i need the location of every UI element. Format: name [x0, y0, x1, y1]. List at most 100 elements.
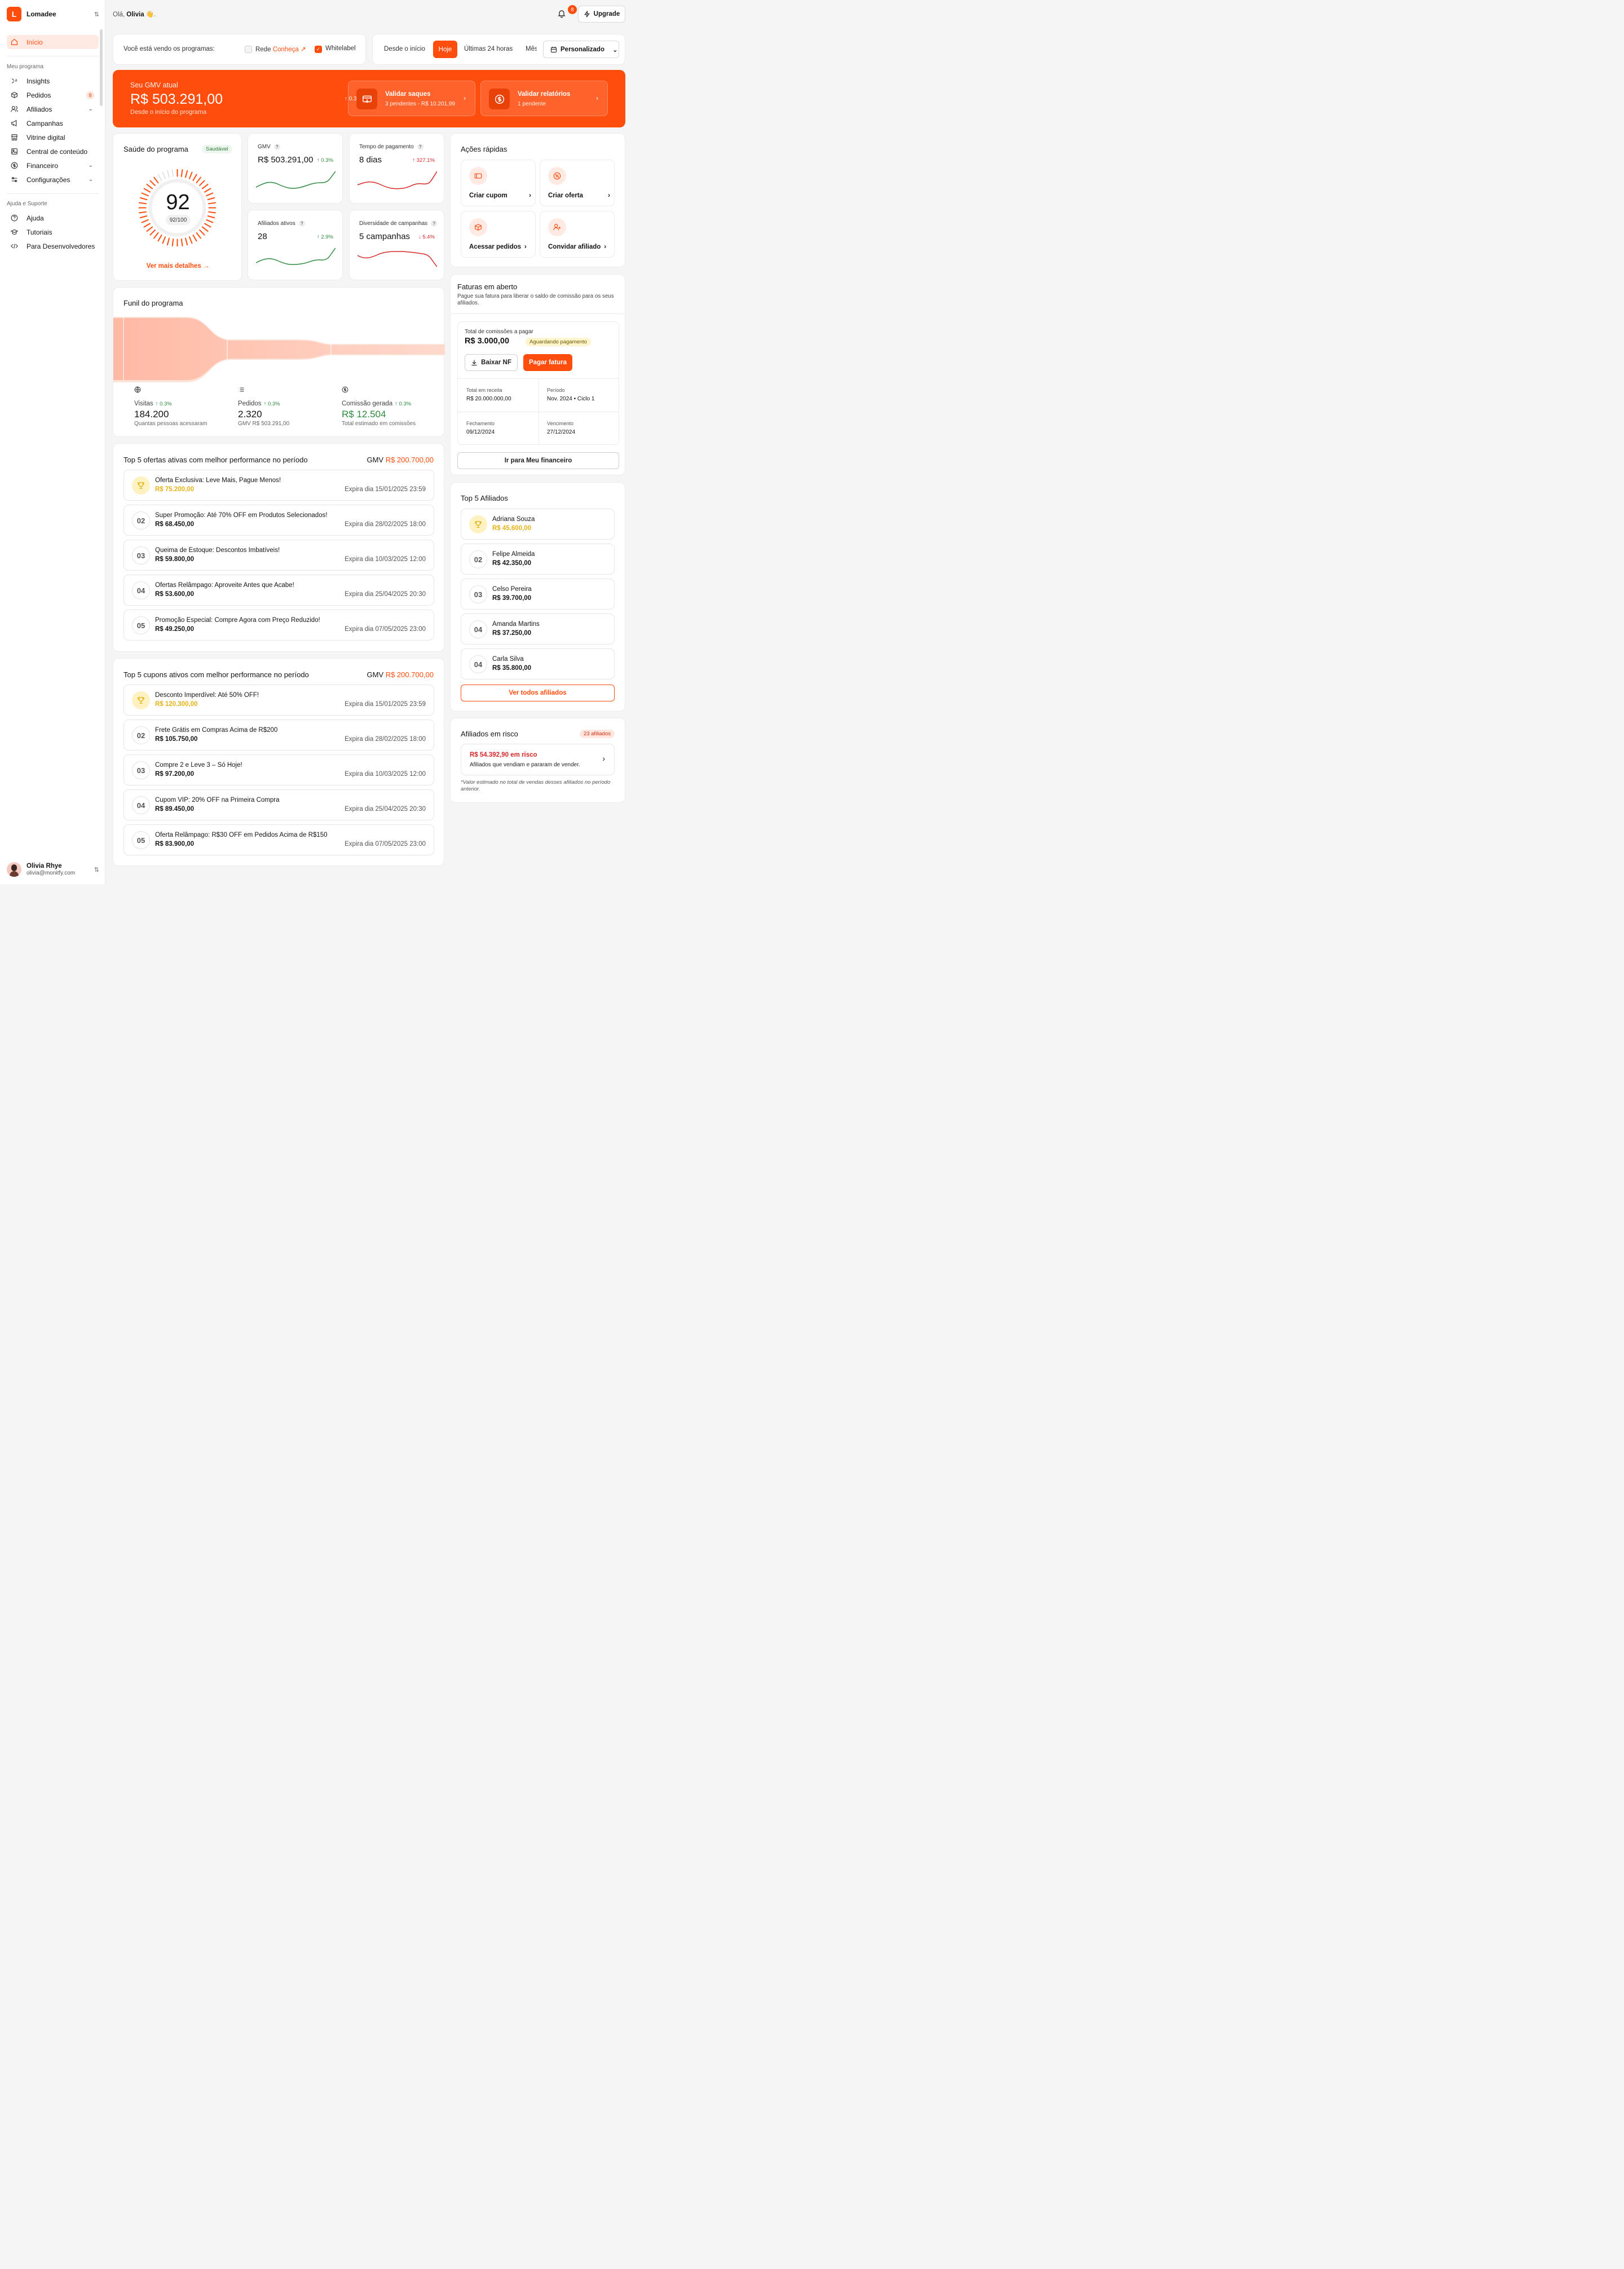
- sidebar-item-tutorials[interactable]: Tutoriais: [7, 225, 99, 239]
- help-icon[interactable]: ?: [431, 220, 438, 227]
- gauge-tick: [162, 171, 166, 179]
- sidebar-item-label: Insights: [27, 77, 50, 85]
- risk-description: Afiliados que vendiam e pararam de vende…: [470, 762, 580, 768]
- sidebar-item-label: Tutoriais: [27, 228, 52, 236]
- sidebar-item-home[interactable]: Início: [7, 35, 99, 49]
- list-item[interactable]: 05 Promoção Especial: Compre Agora com Pr…: [123, 610, 434, 641]
- item-expiry: Expira dia 28/02/2025 18:00: [345, 521, 426, 528]
- graduation-icon: [11, 229, 18, 235]
- sidebar-item-campaigns[interactable]: Campanhas: [7, 116, 99, 130]
- code-icon: [11, 244, 18, 249]
- affiliate-row[interactable]: 04 Carla Silva R$ 35.800,00: [461, 648, 615, 679]
- home-icon: [11, 38, 17, 45]
- chevron-right-icon: ›: [608, 192, 610, 199]
- workspace-switcher[interactable]: L Lomadee ⇅: [7, 7, 99, 21]
- validate-withdrawals-title: Validar saques: [385, 91, 431, 98]
- period-option-24h[interactable]: Últimas 24 horas: [464, 46, 513, 52]
- sidebar-item-developers[interactable]: Para Desenvolvedores: [7, 239, 99, 253]
- period-custom-select[interactable]: Personalizado ⌄: [543, 41, 619, 58]
- affiliate-value: R$ 42.350,00: [492, 560, 532, 567]
- list-item[interactable]: 03 Queima de Estoque: Descontos Imbatívei…: [123, 540, 434, 571]
- sparkline: [358, 251, 437, 267]
- arrow-right-icon: →: [202, 263, 210, 270]
- total-commission-label: Total de comissões a pagar: [465, 329, 533, 335]
- go-to-financial-button[interactable]: Ir para Meu financeiro: [457, 452, 619, 469]
- dollar-icon: [489, 89, 510, 109]
- period-option-month[interactable]: Mês: [526, 46, 537, 52]
- gauge-tick: [192, 174, 197, 182]
- status-badge: Saudável: [202, 145, 232, 153]
- sidebar-item-insights[interactable]: Insights: [7, 74, 99, 88]
- upgrade-label: Upgrade: [593, 11, 620, 17]
- affiliate-row[interactable]: 03 Celso Pereira R$ 39.700,00: [461, 579, 615, 610]
- period-custom-label: Personalizado: [561, 46, 604, 53]
- rede-link[interactable]: Conheça ↗: [273, 46, 306, 53]
- risk-detail[interactable]: R$ 54.392,90 em risco Afiliados que vend…: [461, 744, 615, 775]
- period-option-today[interactable]: Hoje: [433, 41, 457, 58]
- gauge-tick: [207, 215, 215, 219]
- validate-withdrawals-button[interactable]: Validar saques 3 pendentes - R$ 10.201,9…: [348, 81, 475, 116]
- whitelabel-label: Whitelabel: [325, 45, 356, 52]
- gauge-tick: [184, 237, 188, 246]
- trophy-icon: [475, 521, 482, 528]
- user-email: olivia@monitfy.com: [27, 870, 76, 876]
- rank-badge: 05: [132, 616, 150, 634]
- list-item[interactable]: 05 Oferta Relâmpago: R$30 OFF em Pedidos …: [123, 824, 434, 855]
- affiliate-row[interactable]: 02 Felipe Almeida R$ 42.350,00: [461, 544, 615, 575]
- sidebar-item-label: Campanhas: [27, 119, 63, 127]
- item-title: Oferta Exclusiva: Leve Mais, Pague Menos…: [155, 477, 281, 484]
- sidebar-item-settings[interactable]: Configurações ⌄: [7, 173, 99, 187]
- risk-badge: 23 afiliados: [579, 730, 615, 738]
- help-icon[interactable]: ?: [417, 144, 423, 150]
- sidebar-item-affiliates[interactable]: Afiliados ⌄: [7, 102, 99, 116]
- period-option-since[interactable]: Desde o início: [384, 46, 425, 52]
- rede-checkbox[interactable]: [245, 46, 252, 53]
- list-item[interactable]: 02 Frete Grátis em Compras Acima de R$200…: [123, 719, 434, 751]
- invite-affiliate-button[interactable]: Convidar afiliado ›: [540, 211, 615, 258]
- sidebar-item-content[interactable]: Central de conteúdo: [7, 144, 99, 158]
- user-menu[interactable]: Olivia Rhye olivia@monitfy.com ⇅: [7, 861, 99, 878]
- affiliate-row[interactable]: 04 Amanda Martins R$ 37.250,00: [461, 613, 615, 644]
- list-item[interactable]: 04 Ofertas Relâmpago: Aproveite Antes que…: [123, 575, 434, 606]
- sidebar-item-orders[interactable]: Pedidos 8: [7, 88, 99, 102]
- validate-reports-button[interactable]: Validar relatórios 1 pendente ›: [480, 81, 608, 116]
- list-item[interactable]: Desconto Imperdível: Até 50% OFF! R$ 120.…: [123, 685, 434, 716]
- affiliate-row[interactable]: Adriana Souza R$ 45.600,00: [461, 509, 615, 540]
- list-item[interactable]: Oferta Exclusiva: Leve Mais, Pague Menos…: [123, 470, 434, 501]
- action-label: Criar oferta ›: [548, 192, 610, 199]
- pay-invoice-button[interactable]: Pagar fatura: [523, 354, 572, 371]
- stat-change: ↓ 5.4%: [418, 234, 435, 240]
- health-details-link[interactable]: Ver mais detalhes →: [113, 263, 242, 270]
- whitelabel-checkbox[interactable]: ✓: [315, 46, 322, 53]
- sidebar-item-storefront[interactable]: Vitrine digital: [7, 130, 99, 144]
- affiliate-name: Amanda Martins: [492, 621, 540, 628]
- download-invoice-button[interactable]: Baixar NF: [465, 354, 518, 371]
- help-icon[interactable]: ?: [273, 144, 280, 150]
- sidebar-item-financial[interactable]: Financeiro ⌄: [7, 158, 99, 173]
- rank-number: 04: [136, 586, 145, 595]
- create-offer-button[interactable]: Criar oferta ›: [540, 160, 615, 206]
- rank-badge: [132, 476, 150, 495]
- list-item[interactable]: 03 Compre 2 e Leve 3 – Só Hoje! R$ 97.200,…: [123, 754, 434, 785]
- rank-number: 05: [136, 621, 145, 630]
- item-value: R$ 75.200,00: [155, 486, 195, 493]
- sidebar-item-label: Afiliados: [27, 105, 52, 113]
- list-item[interactable]: 04 Cupom VIP: 20% OFF na Primeira Compra R…: [123, 789, 434, 820]
- globe-icon: [134, 386, 141, 393]
- sidebar-item-label: Central de conteúdo: [27, 147, 88, 156]
- gmv-label: GMV: [367, 670, 386, 679]
- list-item[interactable]: 02 Super Promoção: Até 70% OFF em Produto…: [123, 505, 434, 536]
- see-all-affiliates-button[interactable]: Ver todos afiliados: [461, 685, 615, 701]
- gauge-tick: [157, 234, 162, 242]
- help-icon[interactable]: ?: [298, 220, 305, 227]
- sidebar-item-help[interactable]: Ajuda: [7, 211, 99, 225]
- upgrade-button[interactable]: Upgrade: [578, 6, 625, 23]
- bell-icon[interactable]: [557, 9, 566, 18]
- chevron-right-icon: ›: [602, 754, 605, 763]
- access-orders-button[interactable]: Acessar pedidos ›: [461, 211, 536, 258]
- create-coupon-button[interactable]: Criar cupom ›: [461, 160, 536, 206]
- chevron-right-icon: ›: [524, 244, 527, 250]
- funnel-label-text: Pedidos: [238, 400, 262, 407]
- funnel-sub: Quantas pessoas acessaram: [134, 421, 208, 427]
- sidebar-scrollbar[interactable]: [100, 29, 103, 106]
